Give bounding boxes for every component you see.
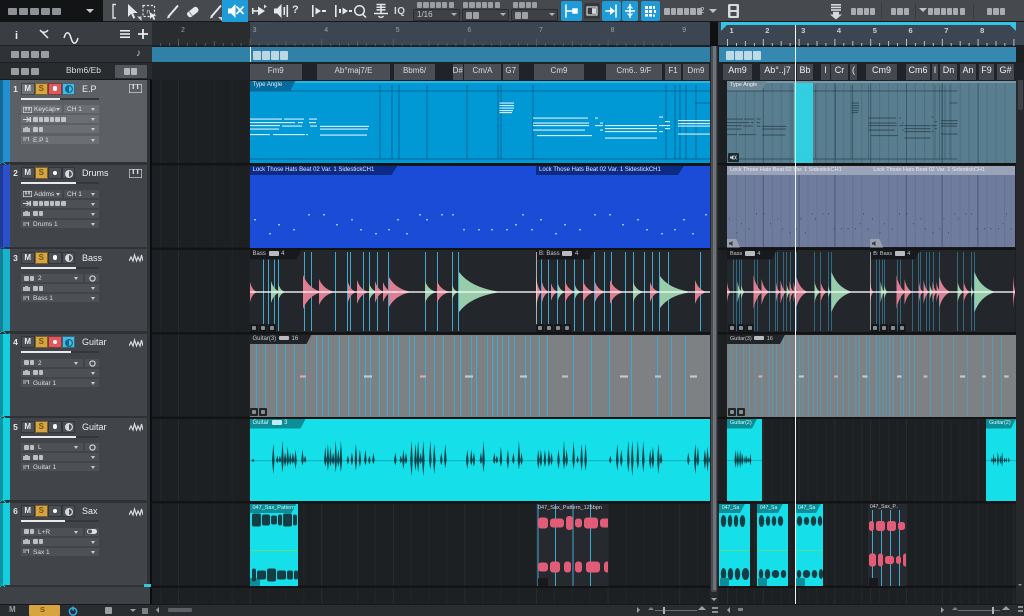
svg-text:n: n bbox=[147, 9, 151, 16]
svg-text:i: i bbox=[15, 30, 18, 42]
